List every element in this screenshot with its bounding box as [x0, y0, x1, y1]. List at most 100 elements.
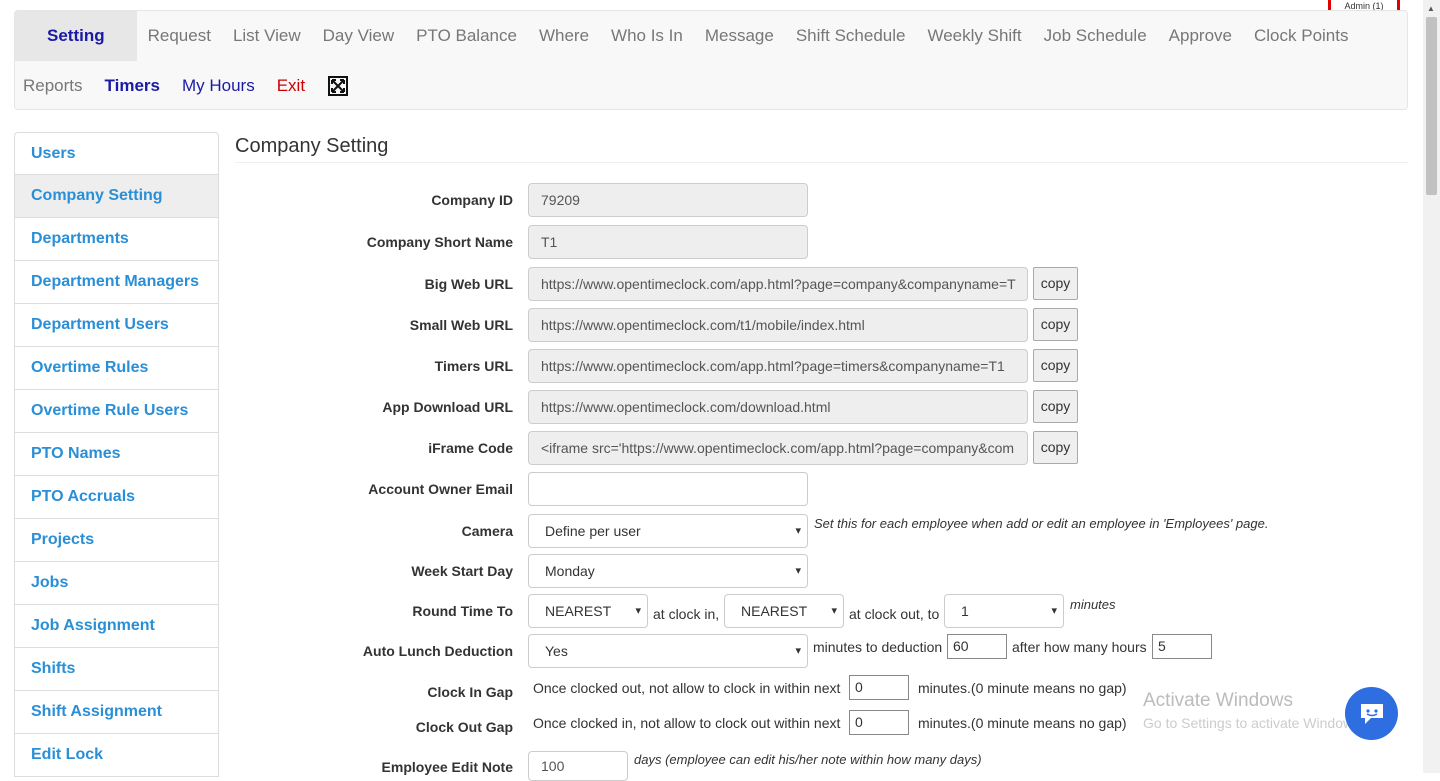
week-start-select-value: Monday: [545, 563, 595, 579]
nav-job-schedule[interactable]: Job Schedule: [1033, 11, 1158, 61]
activate-windows-watermark: Activate Windows: [1143, 690, 1293, 711]
chat-button[interactable]: [1345, 687, 1398, 740]
title-divider: [235, 162, 1408, 163]
big-web-url-label: Big Web URL: [424, 276, 513, 292]
nav-shift-schedule[interactable]: Shift Schedule: [785, 11, 917, 61]
sidebar-item-overtime-rules[interactable]: Overtime Rules: [14, 347, 219, 390]
chevron-down-icon: ▾: [831, 605, 837, 617]
nav-who-is-in[interactable]: Who Is In: [600, 11, 694, 61]
auto-lunch-text-2: after how many hours: [1012, 639, 1147, 655]
copy-timers-url-button[interactable]: copy: [1033, 349, 1078, 382]
clock-in-gap-label: Clock In Gap: [427, 684, 513, 700]
timers-url-label: Timers URL: [434, 358, 513, 374]
sidebar-item-department-managers[interactable]: Department Managers: [14, 261, 219, 304]
clock-out-gap-text: Once clocked in, not allow to clock out …: [533, 715, 841, 731]
copy-small-web-url-button[interactable]: copy: [1033, 308, 1078, 341]
sidebar-item-edit-lock[interactable]: Edit Lock: [14, 734, 219, 777]
iframe-code-label: iFrame Code: [428, 440, 513, 456]
scroll-up-icon[interactable]: ▲: [1427, 4, 1435, 13]
sidebar-item-shifts[interactable]: Shifts: [14, 648, 219, 691]
round-minutes-unit: minutes: [1070, 597, 1116, 612]
auto-lunch-hours-input[interactable]: 5: [1152, 634, 1212, 659]
auto-lunch-minutes-input[interactable]: 60: [947, 634, 1007, 659]
big-web-url-field[interactable]: https://www.opentimeclock.com/app.html?p…: [528, 267, 1028, 301]
auto-lunch-select[interactable]: Yes ▾: [528, 634, 808, 668]
sidebar-item-department-users[interactable]: Department Users: [14, 304, 219, 347]
company-id-label: Company ID: [431, 192, 513, 208]
camera-hint: Set this for each employee when add or e…: [814, 516, 1269, 531]
nav-message[interactable]: Message: [694, 11, 785, 61]
company-short-name-label: Company Short Name: [366, 234, 513, 250]
chevron-down-icon: ▾: [795, 645, 801, 657]
round-clock-out-text: at clock out, to: [849, 606, 940, 622]
fullscreen-icon[interactable]: [328, 76, 349, 96]
timers-url-field[interactable]: https://www.opentimeclock.com/app.html?p…: [528, 349, 1028, 383]
camera-select[interactable]: Define per user ▾: [528, 514, 808, 548]
vertical-scrollbar[interactable]: ▲: [1423, 0, 1440, 773]
sidebar-item-pto-names[interactable]: PTO Names: [14, 433, 219, 476]
sidebar-item-company-setting[interactable]: Company Setting: [14, 175, 219, 218]
nav-reports[interactable]: Reports: [15, 61, 94, 111]
app-download-url-field[interactable]: https://www.opentimeclock.com/download.h…: [528, 390, 1028, 424]
small-web-url-field[interactable]: https://www.opentimeclock.com/t1/mobile/…: [528, 308, 1028, 342]
edit-note-hint: days (employee can edit his/her note wit…: [634, 752, 982, 767]
round-clock-in-text: at clock in,: [653, 606, 720, 622]
nav-list-view[interactable]: List View: [222, 11, 312, 61]
nav-row-1: Setting Request List View Day View PTO B…: [15, 11, 1359, 61]
copy-iframe-code-button[interactable]: copy: [1033, 431, 1078, 464]
sidebar: Users Company Setting Departments Depart…: [14, 132, 219, 777]
nav-approve[interactable]: Approve: [1158, 11, 1243, 61]
round-minutes-value: 1: [961, 603, 969, 619]
sidebar-item-job-assignment[interactable]: Job Assignment: [14, 605, 219, 648]
camera-select-value: Define per user: [545, 523, 641, 539]
clock-in-gap-text: Once clocked out, not allow to clock in …: [533, 680, 841, 696]
nav-clock-points[interactable]: Clock Points: [1243, 11, 1359, 61]
iframe-code-field[interactable]: <iframe src='https://www.opentimeclock.c…: [528, 431, 1028, 465]
nav-exit[interactable]: Exit: [266, 61, 316, 111]
sidebar-item-departments[interactable]: Departments: [14, 218, 219, 261]
nav-day-view[interactable]: Day View: [312, 11, 406, 61]
nav-row-2: Reports Timers My Hours Exit: [15, 61, 349, 111]
edit-note-input[interactable]: 100: [528, 751, 628, 781]
week-start-select[interactable]: Monday ▾: [528, 554, 808, 588]
top-nav: Setting Request List View Day View PTO B…: [14, 10, 1408, 110]
sidebar-item-users[interactable]: Users: [14, 132, 219, 175]
nav-where[interactable]: Where: [528, 11, 600, 61]
round-clock-in-select[interactable]: NEAREST ▾: [528, 594, 648, 628]
activate-windows-subtext: Go to Settings to activate Windows.: [1143, 715, 1364, 731]
small-web-url-label: Small Web URL: [409, 317, 513, 333]
nav-request[interactable]: Request: [137, 11, 222, 61]
chevron-down-icon: ▾: [1051, 605, 1057, 617]
sidebar-item-overtime-rule-users[interactable]: Overtime Rule Users: [14, 390, 219, 433]
page-title: Company Setting: [235, 135, 389, 157]
copy-big-web-url-button[interactable]: copy: [1033, 267, 1078, 300]
chevron-down-icon: ▾: [795, 565, 801, 577]
sidebar-item-shift-assignment[interactable]: Shift Assignment: [14, 691, 219, 734]
nav-weekly-shift[interactable]: Weekly Shift: [916, 11, 1032, 61]
nav-setting[interactable]: Setting: [15, 11, 137, 61]
clock-in-gap-input[interactable]: 0: [849, 675, 909, 700]
clock-in-gap-suffix: minutes.(0 minute means no gap): [918, 680, 1127, 696]
auto-lunch-text-1: minutes to deduction: [813, 639, 943, 655]
camera-label: Camera: [461, 523, 513, 539]
nav-timers[interactable]: Timers: [94, 61, 171, 111]
round-clock-out-select[interactable]: NEAREST ▾: [724, 594, 844, 628]
sidebar-item-pto-accruals[interactable]: PTO Accruals: [14, 476, 219, 519]
chat-icon: [1360, 703, 1383, 724]
round-clock-out-value: NEAREST: [741, 603, 808, 619]
sidebar-item-projects[interactable]: Projects: [14, 519, 219, 562]
nav-my-hours[interactable]: My Hours: [171, 61, 266, 111]
clock-out-gap-suffix: minutes.(0 minute means no gap): [918, 715, 1127, 731]
scrollbar-thumb[interactable]: [1426, 17, 1437, 195]
sidebar-item-jobs[interactable]: Jobs: [14, 562, 219, 605]
owner-email-input[interactable]: [528, 472, 808, 506]
round-time-label: Round Time To: [412, 603, 513, 619]
week-start-label: Week Start Day: [411, 563, 513, 579]
clock-out-gap-label: Clock Out Gap: [415, 719, 513, 735]
clock-out-gap-input[interactable]: 0: [849, 710, 909, 735]
nav-pto-balance[interactable]: PTO Balance: [405, 11, 528, 61]
company-id-field: 79209: [528, 183, 808, 217]
auto-lunch-select-value: Yes: [545, 643, 568, 659]
round-minutes-select[interactable]: 1 ▾: [944, 594, 1064, 628]
copy-app-download-url-button[interactable]: copy: [1033, 390, 1078, 423]
